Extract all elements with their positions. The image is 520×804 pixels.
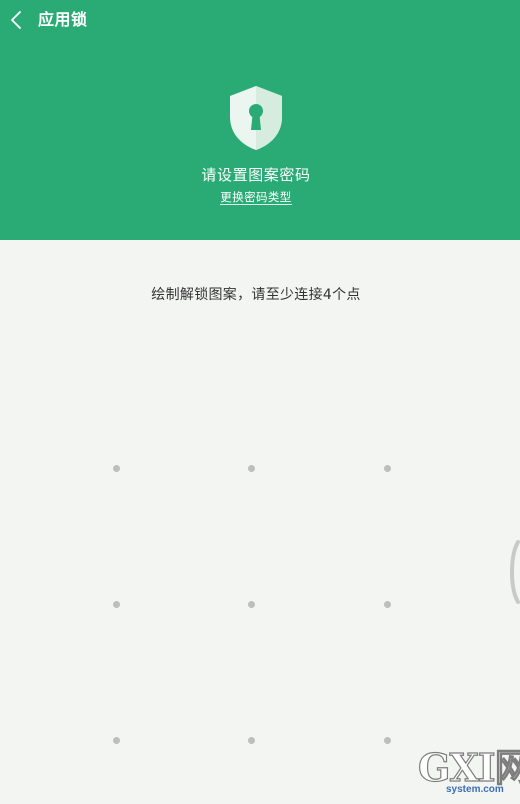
edge-arc-icon bbox=[510, 540, 520, 604]
pattern-dot[interactable] bbox=[384, 737, 391, 744]
pattern-dot[interactable] bbox=[248, 737, 255, 744]
change-password-type-label: 更换密码类型 bbox=[220, 190, 292, 205]
set-pattern-heading: 请设置图案密码 bbox=[201, 166, 311, 184]
pattern-dot[interactable] bbox=[384, 465, 391, 472]
pattern-dot[interactable] bbox=[248, 601, 255, 608]
change-password-type-link[interactable]: 更换密码类型 bbox=[0, 189, 512, 205]
edge-swipe-handle[interactable] bbox=[504, 538, 520, 606]
pattern-dot[interactable] bbox=[248, 465, 255, 472]
back-arrow-icon bbox=[11, 11, 21, 29]
shield-keyhole-icon bbox=[230, 86, 282, 150]
page-title: 应用锁 bbox=[38, 10, 88, 29]
app-header: 应用锁 请设置图案密码 更换密码类型 bbox=[0, 0, 520, 240]
pattern-dot[interactable] bbox=[384, 601, 391, 608]
watermark-logo-text: GXI网 bbox=[417, 745, 520, 790]
pattern-instruction: 绘制解锁图案，请至少连接4个点 bbox=[151, 287, 361, 303]
pattern-dot[interactable] bbox=[113, 601, 120, 608]
pattern-dot[interactable] bbox=[113, 737, 120, 744]
watermark-domain: system.com bbox=[446, 784, 504, 795]
pattern-dot[interactable] bbox=[113, 465, 120, 472]
back-button[interactable] bbox=[4, 6, 28, 34]
site-watermark: GXI网 system.com bbox=[417, 745, 520, 802]
